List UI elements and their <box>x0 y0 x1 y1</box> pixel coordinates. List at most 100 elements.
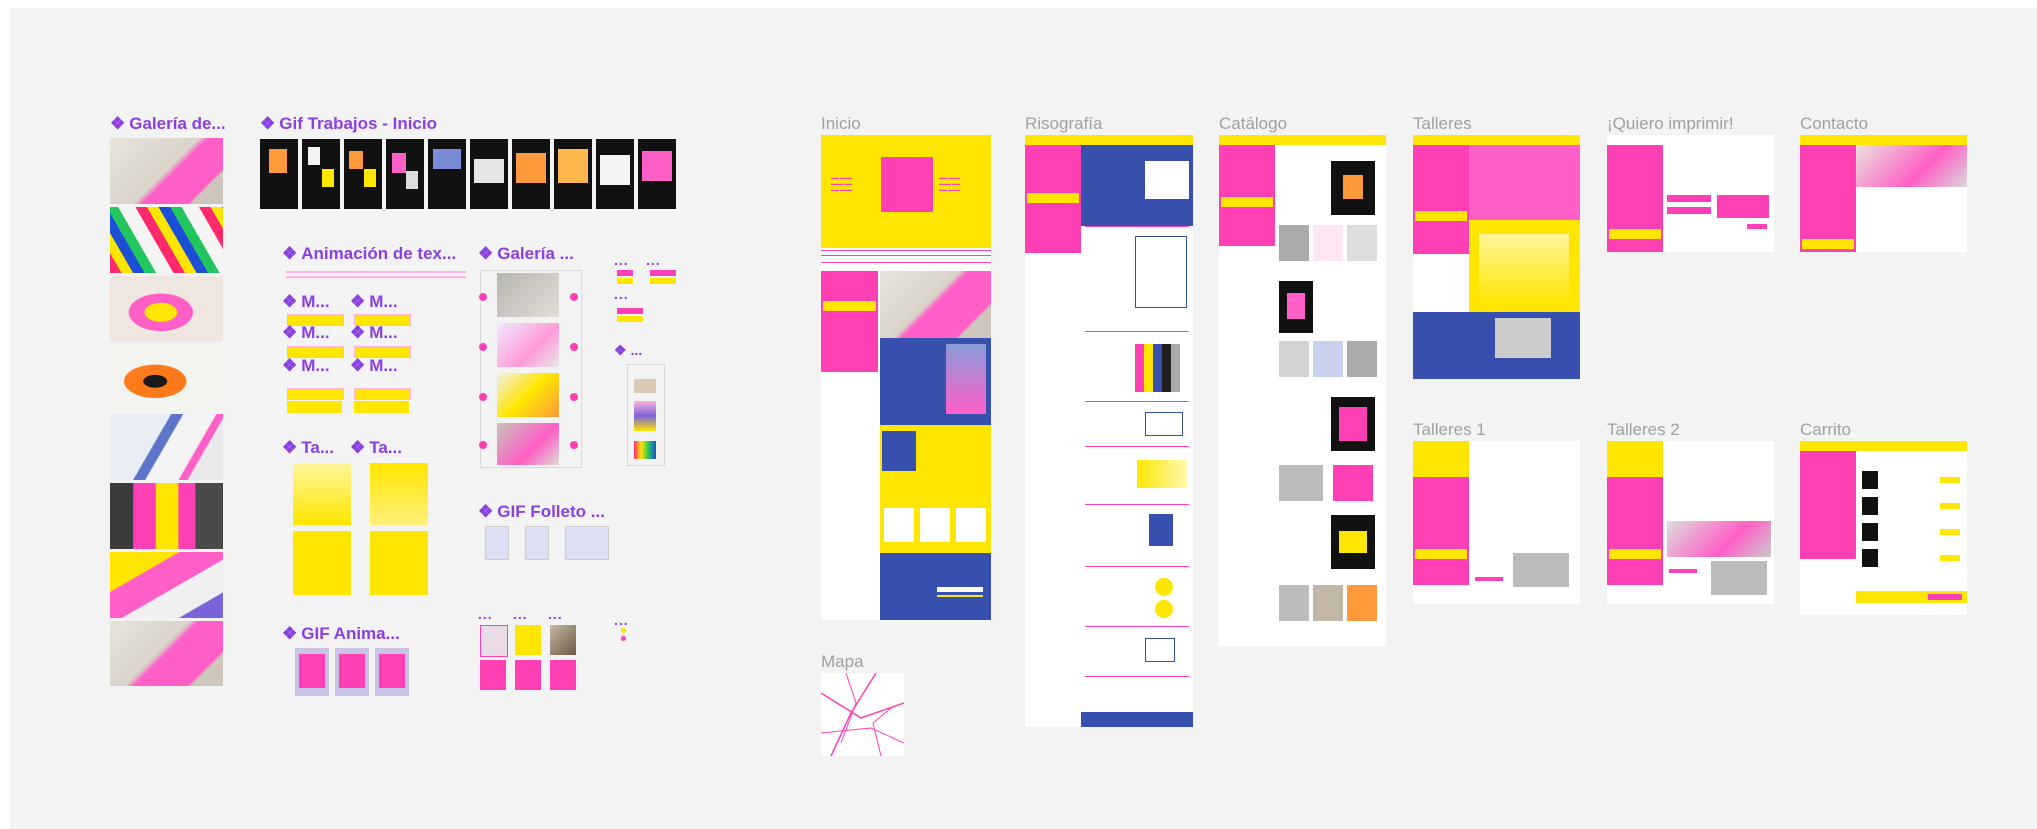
quantity-stepper[interactable] <box>1940 529 1960 535</box>
form-input[interactable] <box>1667 207 1711 214</box>
talleres1-button[interactable] <box>1475 577 1503 581</box>
talleres2-button[interactable] <box>1669 569 1697 573</box>
catalogo-nav[interactable] <box>1219 145 1275 246</box>
nav-active[interactable] <box>1415 211 1467 221</box>
frame-title-inicio[interactable]: Inicio <box>821 114 861 134</box>
form-submit[interactable] <box>1747 224 1767 229</box>
frame-title-carrito[interactable]: Carrito <box>1800 420 1851 440</box>
component-icon-only[interactable]: ❖... <box>614 342 642 359</box>
arrow-right-icon[interactable] <box>570 393 578 401</box>
small-gallery-frame[interactable] <box>627 364 665 466</box>
component-gif-trabajos-title[interactable]: ❖ Gif Trabajos - Inicio <box>260 114 437 134</box>
frame-catalogo[interactable] <box>1219 135 1386 646</box>
carrito-nav[interactable] <box>1800 451 1856 559</box>
small-button-variant[interactable] <box>617 270 633 276</box>
frame-title-risografia[interactable]: Risografía <box>1025 114 1102 134</box>
arrow-right-icon[interactable] <box>570 343 578 351</box>
menu-button-variant[interactable] <box>287 388 344 400</box>
riso-machine-illustration <box>1135 236 1187 308</box>
component-gif-anima-title[interactable]: ❖ GIF Anima... <box>282 624 400 644</box>
taller-card-text-1[interactable] <box>293 531 351 595</box>
component-ellipsis[interactable]: ... <box>513 606 528 622</box>
arrow-right-icon[interactable] <box>570 293 578 301</box>
frame-title-contacto[interactable]: Contacto <box>1800 114 1868 134</box>
component-ta1-title[interactable]: ❖ Ta... <box>282 438 334 458</box>
small-button-variant[interactable] <box>617 278 633 284</box>
galeria-component-frame[interactable] <box>479 270 582 468</box>
small-button-variant[interactable] <box>650 278 676 284</box>
small-button-variant[interactable] <box>617 316 643 322</box>
frame-title-talleres2[interactable]: Talleres 2 <box>1607 420 1680 440</box>
form-textarea[interactable] <box>1717 195 1769 218</box>
component-ellipsis[interactable]: ... <box>614 286 629 302</box>
small-button-variant[interactable] <box>617 308 643 314</box>
component-ellipsis[interactable]: ... <box>646 252 661 268</box>
frame-talleres[interactable] <box>1413 135 1580 379</box>
inicio-nav[interactable] <box>821 271 878 372</box>
component-m3-title[interactable]: ❖ M... <box>282 323 330 343</box>
form-input[interactable] <box>1667 195 1711 202</box>
arrow-left-icon[interactable] <box>479 343 487 351</box>
design-canvas[interactable]: ❖ Galería de... ❖ Gif Trabajos - Inicio ❖ A… <box>10 8 2037 829</box>
galeria-photos-column[interactable] <box>110 138 223 686</box>
frame-title-quiero-imprimir[interactable]: ¡Quiero imprimir! <box>1607 114 1734 134</box>
menu-button-variant[interactable] <box>354 388 411 400</box>
component-ellipsis[interactable]: ... <box>478 606 493 622</box>
frame-title-mapa[interactable]: Mapa <box>821 652 864 672</box>
nav-active[interactable] <box>1609 549 1661 559</box>
frame-inicio[interactable]: ▬▬ ▬▬▬ ▬▬▬ ▬▬ ▬▬ ▬▬▬ ▬▬ ▬▬▬ ▬▬▬ ▬▬ ▬▬ ▬▬▬ <box>821 135 991 620</box>
component-galeria-title[interactable]: ❖ Galería de... <box>110 114 226 134</box>
component-ellipsis[interactable]: ... <box>614 612 629 628</box>
talleres2-nav[interactable] <box>1607 477 1663 585</box>
photo-print-6 <box>110 483 223 549</box>
taller-card-text-2[interactable] <box>370 531 428 595</box>
risografia-nav[interactable] <box>1025 145 1081 253</box>
component-m6-title[interactable]: ❖ M... <box>350 356 398 376</box>
component-m1-title[interactable]: ❖ M... <box>282 292 330 312</box>
galeria-photo <box>497 273 559 317</box>
frame-title-talleres[interactable]: Talleres <box>1413 114 1472 134</box>
contacto-nav[interactable] <box>1800 145 1856 252</box>
quantity-stepper[interactable] <box>1940 477 1960 483</box>
menu-button-talleres[interactable] <box>287 401 342 413</box>
frame-mapa[interactable] <box>821 673 904 756</box>
component-ta2-title[interactable]: ❖ Ta... <box>350 438 402 458</box>
nav-active[interactable] <box>823 301 876 311</box>
arrow-right-icon[interactable] <box>570 441 578 449</box>
frame-carrito[interactable] <box>1800 441 1967 615</box>
quantity-stepper[interactable] <box>1940 503 1960 509</box>
gif-trabajos-strip[interactable] <box>260 139 680 209</box>
component-gif-folleto-title[interactable]: ❖ GIF Folleto ... <box>478 502 605 522</box>
component-galeria-short-title[interactable]: ❖ Galería ... <box>478 244 574 264</box>
frame-talleres1[interactable] <box>1413 441 1580 604</box>
talleres-nav[interactable] <box>1413 145 1469 254</box>
arrow-left-icon[interactable] <box>479 293 487 301</box>
nav-active[interactable] <box>1802 239 1854 249</box>
menu-button-contacto[interactable] <box>354 401 409 413</box>
inicio-newsletter[interactable] <box>880 553 991 620</box>
nav-active[interactable] <box>1027 193 1079 203</box>
checkout-button[interactable] <box>1928 594 1962 600</box>
component-animacion-title[interactable]: ❖ Animación de tex... <box>282 244 456 264</box>
frame-quiero-imprimir[interactable] <box>1607 135 1774 252</box>
component-ellipsis[interactable]: ... <box>614 252 629 268</box>
component-m5-title[interactable]: ❖ M... <box>282 356 330 376</box>
arrow-left-icon[interactable] <box>479 393 487 401</box>
talleres1-nav[interactable] <box>1413 477 1469 585</box>
frame-contacto[interactable] <box>1800 135 1967 252</box>
frame-risografia[interactable] <box>1025 135 1193 727</box>
component-m4-title[interactable]: ❖ M... <box>350 323 398 343</box>
frame-title-catalogo[interactable]: Catálogo <box>1219 114 1287 134</box>
frame-talleres2[interactable] <box>1607 441 1774 604</box>
nav-active[interactable] <box>1415 549 1467 559</box>
component-ellipsis[interactable]: ... <box>548 606 563 622</box>
nav-active[interactable] <box>1609 229 1661 239</box>
arrow-left-icon[interactable] <box>479 441 487 449</box>
newsletter-input[interactable] <box>937 587 983 592</box>
frame-title-talleres1[interactable]: Talleres 1 <box>1413 420 1486 440</box>
quantity-stepper[interactable] <box>1940 555 1960 561</box>
component-m2-title[interactable]: ❖ M... <box>350 292 398 312</box>
quiero-nav[interactable] <box>1607 145 1663 252</box>
nav-active[interactable] <box>1221 197 1273 207</box>
small-button-variant[interactable] <box>650 270 676 276</box>
